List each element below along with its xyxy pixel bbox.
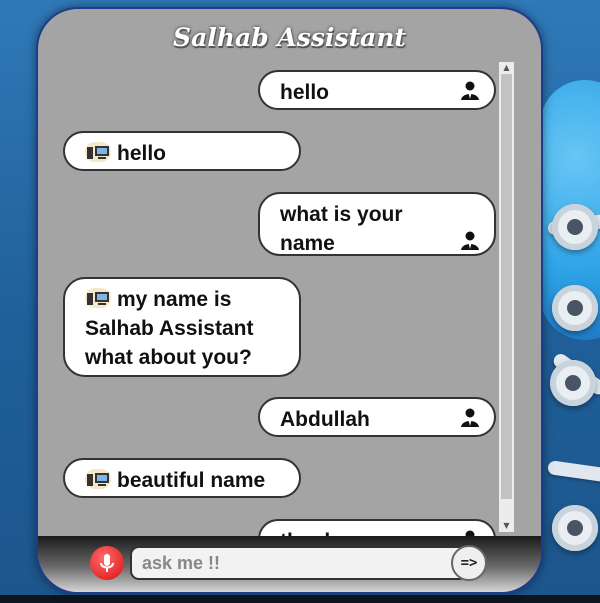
user-message: hello	[258, 70, 496, 110]
bot-message: beautiful name	[63, 458, 301, 498]
scroll-down-arrow-icon[interactable]: ▼	[499, 520, 514, 532]
background-node	[552, 204, 598, 250]
microphone-button[interactable]	[90, 546, 124, 580]
scroll-thumb[interactable]	[501, 74, 512, 499]
chat-window: hello hello what is your name my name is…	[36, 7, 543, 594]
user-message: Abdullah	[258, 397, 496, 437]
background-node	[550, 360, 596, 406]
message-input[interactable]: ask me !!	[130, 546, 468, 580]
message-text: hello	[280, 81, 330, 104]
user-message: what is your name	[258, 192, 496, 256]
message-text: hello	[117, 142, 167, 165]
computer-icon	[85, 142, 111, 162]
taskbar-strip	[0, 595, 600, 603]
microphone-icon	[100, 554, 114, 572]
background-node	[552, 285, 598, 331]
user-icon	[461, 81, 479, 100]
computer-icon	[85, 469, 111, 489]
message-text: Abdullah	[280, 408, 370, 431]
scroll-up-arrow-icon[interactable]: ▲	[499, 62, 514, 74]
user-icon	[461, 408, 479, 427]
composer-bar: ask me !! =>	[38, 536, 541, 592]
user-icon	[461, 231, 479, 250]
background-node	[552, 505, 598, 551]
computer-icon	[85, 288, 111, 308]
app-title: Salhab Assistant	[173, 23, 406, 52]
bot-message: hello	[63, 131, 301, 171]
message-list[interactable]: hello hello what is your name my name is…	[38, 9, 508, 539]
bot-message: my name is Salhab Assistant what about y…	[63, 277, 301, 377]
message-text: what is your name	[280, 203, 403, 255]
send-button[interactable]: =>	[451, 545, 487, 581]
message-text: beautiful name	[117, 469, 266, 492]
background-connector	[547, 460, 600, 484]
scrollbar[interactable]: ▲ ▼	[499, 62, 514, 532]
